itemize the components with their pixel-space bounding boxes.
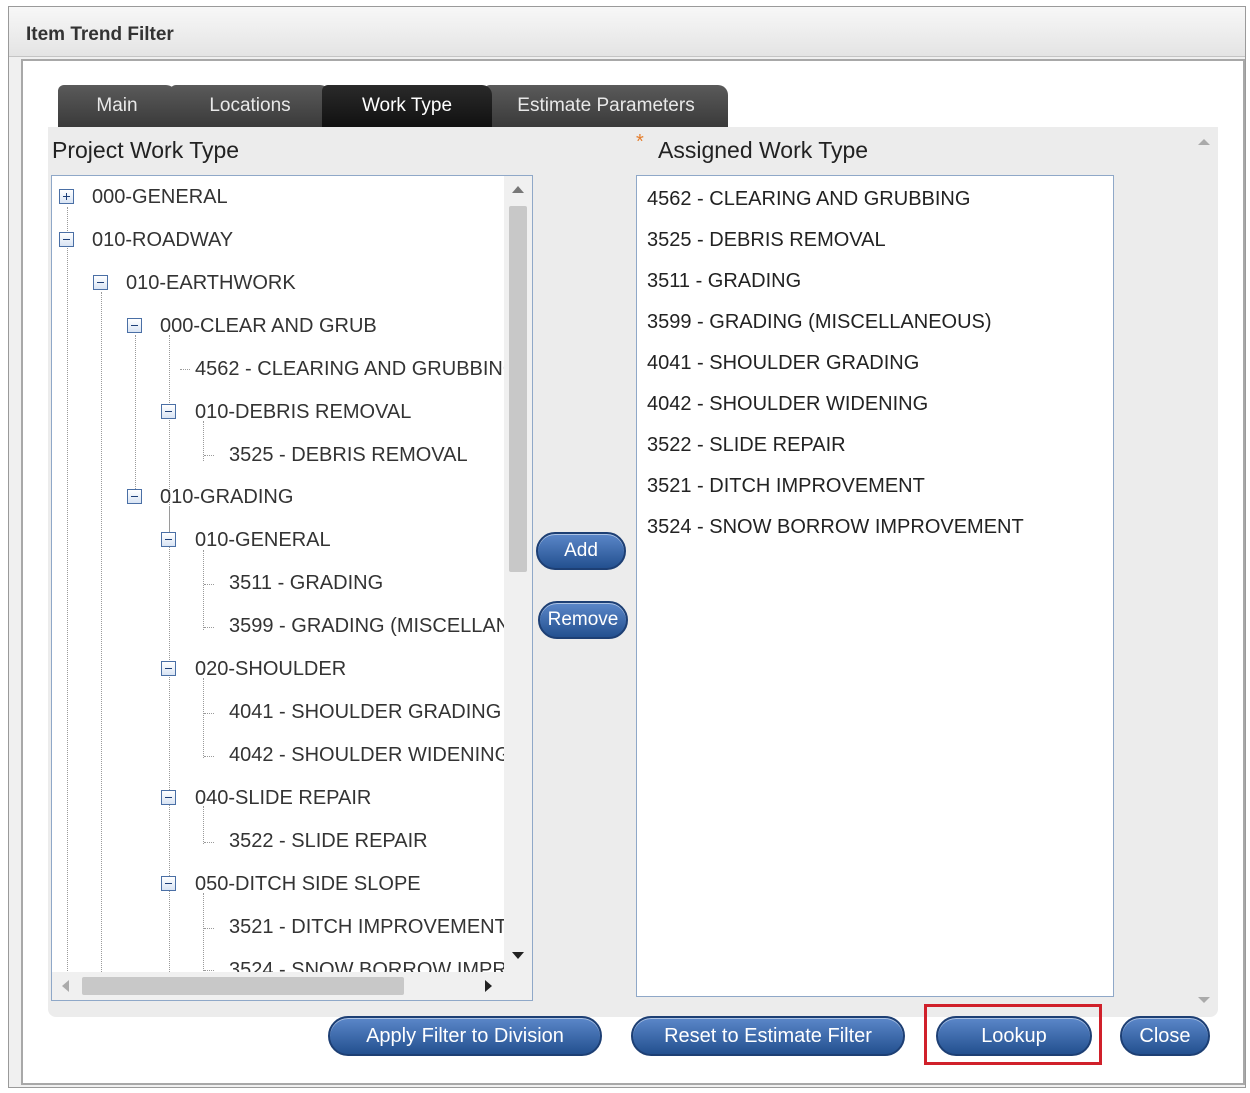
- tree-connector: [204, 756, 214, 757]
- scroll-down-icon[interactable]: [1198, 997, 1210, 1003]
- tree-connector: [203, 678, 204, 758]
- tab-locations[interactable]: Locations: [170, 85, 330, 127]
- tree-node-020-shoulder[interactable]: 020-SHOULDER: [195, 654, 346, 684]
- dialog-content: Main Locations Estimate Parameters Work …: [21, 59, 1245, 1085]
- reset-to-estimate-filter-button[interactable]: Reset to Estimate Filter: [631, 1016, 905, 1056]
- collapse-icon[interactable]: [59, 232, 74, 247]
- tree-vertical-scrollbar[interactable]: [504, 176, 532, 972]
- tree-connector: [101, 292, 102, 972]
- apply-filter-to-division-button[interactable]: Apply Filter to Division: [328, 1016, 602, 1056]
- collapse-icon[interactable]: [161, 790, 176, 805]
- tab-bar: Main Locations Estimate Parameters Work …: [58, 85, 858, 127]
- tree-horizontal-scrollbar[interactable]: [52, 972, 504, 1000]
- tree-node-010-debris-removal[interactable]: 010-DEBRIS REMOVAL: [195, 397, 411, 427]
- tab-estimate-parameters[interactable]: Estimate Parameters: [484, 85, 728, 127]
- scroll-right-icon[interactable]: [485, 980, 492, 992]
- dialog-title: Item Trend Filter: [26, 24, 174, 45]
- tree-node-010-grading[interactable]: 010-GRADING: [160, 482, 293, 512]
- tree-node-3522[interactable]: 3522 - SLIDE REPAIR: [229, 826, 428, 856]
- tree-node-040-slide-repair[interactable]: 040-SLIDE REPAIR: [195, 783, 371, 813]
- expand-icon[interactable]: [59, 189, 74, 204]
- tree-node-010-roadway[interactable]: 010-ROADWAY: [92, 225, 233, 255]
- item-trend-filter-dialog: Item Trend Filter Main Locations Estimat…: [8, 6, 1246, 1088]
- lookup-highlight-box: [924, 1004, 1102, 1065]
- collapse-icon[interactable]: [127, 489, 142, 504]
- tree-connector: [203, 550, 204, 630]
- assigned-work-type-list[interactable]: 4562 - CLEARING AND GRUBBING 3525 - DEBR…: [636, 175, 1114, 997]
- tree-connector: [180, 369, 190, 370]
- required-indicator: *: [636, 131, 644, 153]
- title-bar[interactable]: Item Trend Filter: [9, 7, 1245, 57]
- list-item[interactable]: 3599 - GRADING (MISCELLANEOUS): [647, 311, 992, 334]
- tree-node-050-ditch-side-slope[interactable]: 050-DITCH SIDE SLOPE: [195, 869, 421, 899]
- collapse-icon[interactable]: [161, 532, 176, 547]
- scroll-left-icon[interactable]: [62, 980, 69, 992]
- list-item[interactable]: 4562 - CLEARING AND GRUBBING: [647, 188, 970, 211]
- tree-connector: [204, 584, 214, 585]
- tree-node-3599[interactable]: 3599 - GRADING (MISCELLAN: [229, 611, 504, 641]
- add-button[interactable]: Add: [536, 532, 626, 570]
- collapse-icon[interactable]: [161, 876, 176, 891]
- scroll-thumb[interactable]: [509, 206, 527, 572]
- close-button[interactable]: Close: [1120, 1016, 1210, 1056]
- collapse-icon[interactable]: [161, 404, 176, 419]
- scrollbar-corner: [504, 972, 532, 1000]
- list-item[interactable]: 3521 - DITCH IMPROVEMENT: [647, 475, 925, 498]
- scroll-thumb[interactable]: [82, 977, 404, 995]
- project-work-type-tree[interactable]: 000-GENERAL 010-ROADWAY 010-EARTHWORK 00…: [51, 175, 533, 1001]
- tree-node-010-earthwork[interactable]: 010-EARTHWORK: [126, 268, 296, 298]
- tab-main[interactable]: Main: [58, 85, 176, 127]
- work-type-panel: Project Work Type * Assigned Work Type 0…: [48, 127, 1218, 1017]
- tree-node-000-clear-and-grub[interactable]: 000-CLEAR AND GRUB: [160, 311, 377, 341]
- tree-node-4042[interactable]: 4042 - SHOULDER WIDENING: [229, 740, 504, 770]
- tree-node-010-general[interactable]: 010-GENERAL: [195, 525, 331, 555]
- collapse-icon[interactable]: [161, 661, 176, 676]
- scroll-up-icon[interactable]: [1198, 139, 1210, 145]
- list-item[interactable]: 3524 - SNOW BORROW IMPROVEMENT: [647, 516, 1024, 539]
- tree-node-3521[interactable]: 3521 - DITCH IMPROVEMENT: [229, 912, 504, 942]
- tree-connector: [204, 970, 214, 971]
- tree-node-4041[interactable]: 4041 - SHOULDER GRADING: [229, 697, 501, 727]
- tab-work-type[interactable]: Work Type: [322, 85, 492, 127]
- tree-connector: [204, 627, 214, 628]
- list-item[interactable]: 3511 - GRADING: [647, 270, 801, 293]
- tree-connector: [204, 928, 214, 929]
- scroll-up-icon[interactable]: [512, 186, 524, 193]
- tree-connector: [203, 893, 204, 972]
- project-work-type-label: Project Work Type: [52, 137, 240, 163]
- tree-connector: [67, 207, 68, 972]
- tree-connector: [204, 455, 214, 456]
- assigned-work-type-label: Assigned Work Type: [658, 137, 869, 163]
- list-item[interactable]: 4042 - SHOULDER WIDENING: [647, 393, 928, 416]
- tree-connector: [135, 335, 136, 495]
- list-item[interactable]: 4041 - SHOULDER GRADING: [647, 352, 919, 375]
- tree-node-3525[interactable]: 3525 - DEBRIS REMOVAL: [229, 440, 468, 470]
- scroll-down-icon[interactable]: [512, 952, 524, 959]
- remove-button[interactable]: Remove: [538, 601, 628, 639]
- tree-node-3511[interactable]: 3511 - GRADING: [229, 568, 383, 598]
- list-item[interactable]: 3522 - SLIDE REPAIR: [647, 434, 846, 457]
- tree-connector: [204, 713, 214, 714]
- tree-node-3524[interactable]: 3524 - SNOW BORROW IMPRO: [229, 955, 504, 972]
- tree-viewport: 000-GENERAL 010-ROADWAY 010-EARTHWORK 00…: [52, 176, 504, 972]
- collapse-icon[interactable]: [127, 318, 142, 333]
- tree-node-4562[interactable]: 4562 - CLEARING AND GRUBBING: [195, 354, 504, 384]
- tree-connector: [204, 842, 214, 843]
- list-item[interactable]: 3525 - DEBRIS REMOVAL: [647, 229, 886, 252]
- collapse-icon[interactable]: [93, 275, 108, 290]
- tree-node-000-general[interactable]: 000-GENERAL: [92, 182, 228, 212]
- tree-connector: [169, 506, 170, 972]
